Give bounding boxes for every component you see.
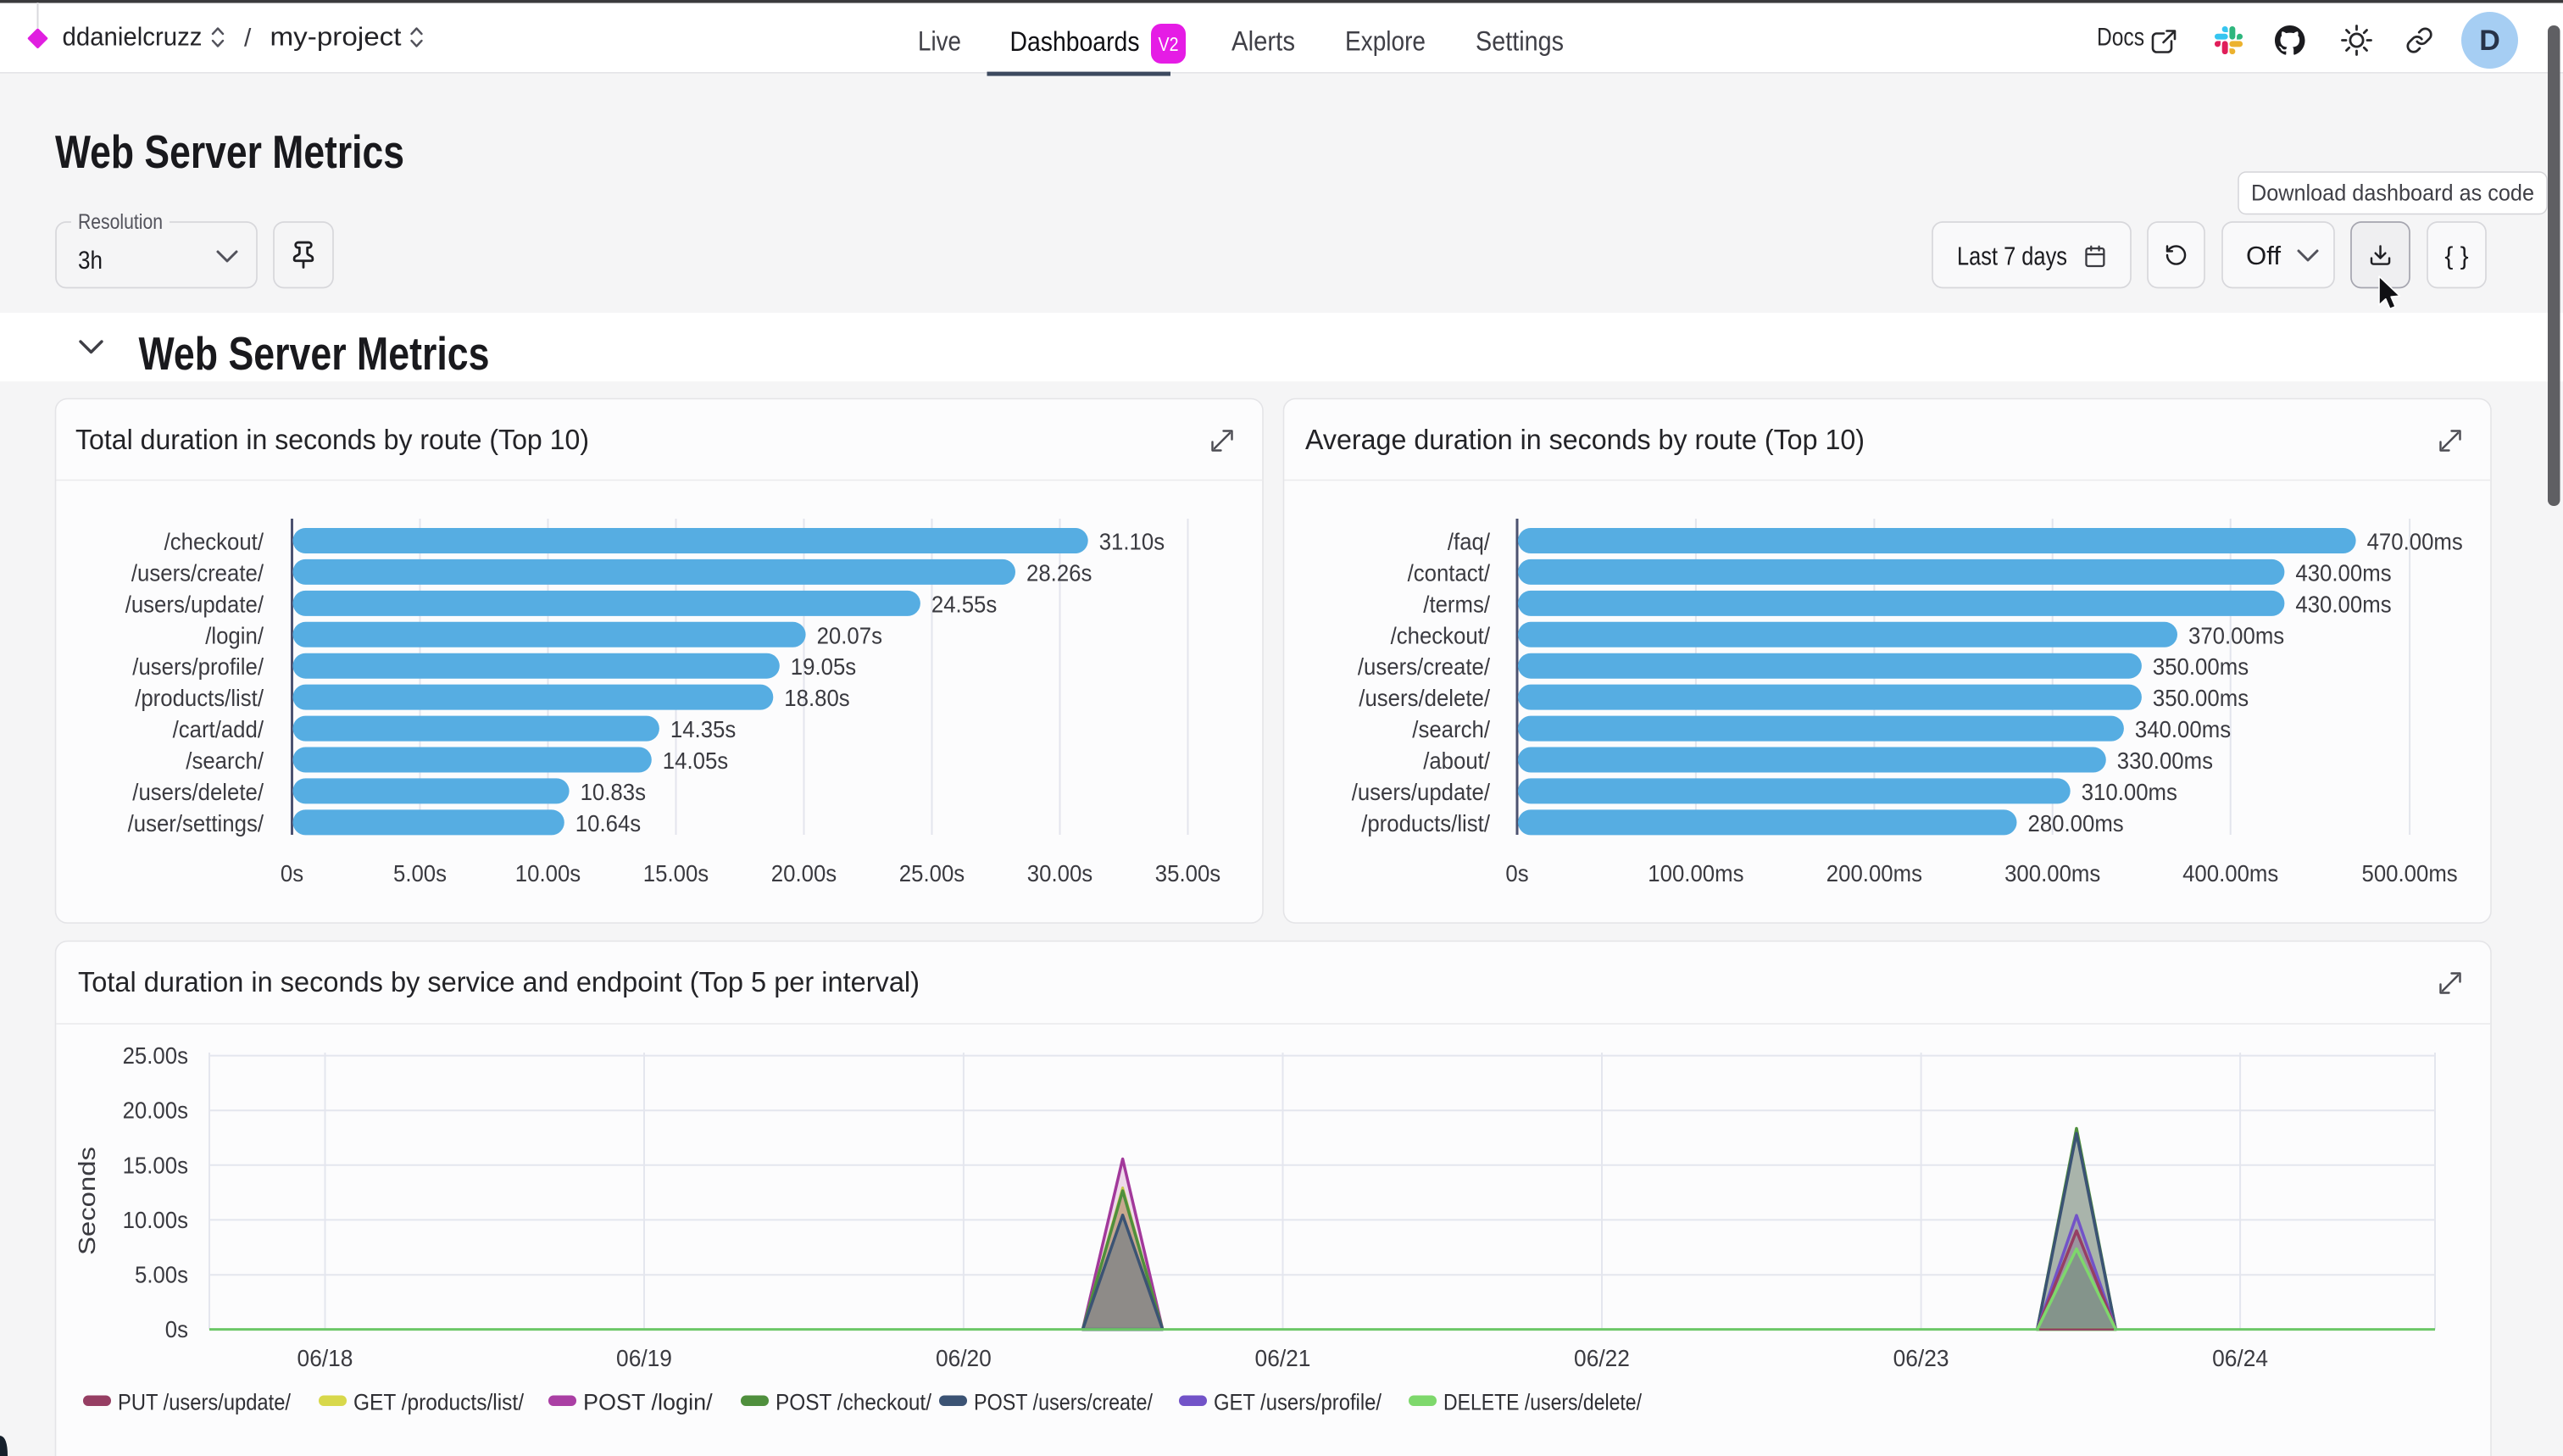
svg-text:/users/delete/: /users/delete/ <box>1359 685 1490 711</box>
svg-text:280.00ms: 280.00ms <box>2028 810 2124 836</box>
svg-text:100.00ms: 100.00ms <box>1648 860 1743 886</box>
svg-text:/products/list/: /products/list/ <box>135 685 264 711</box>
svg-text:/checkout/: /checkout/ <box>164 529 264 555</box>
svg-text:/checkout/: /checkout/ <box>1391 622 1491 648</box>
svg-text:{ }: { } <box>2444 242 2468 270</box>
svg-text:28.26s: 28.26s <box>1026 559 1092 586</box>
svg-text:/users/update/: /users/update/ <box>125 591 264 617</box>
svg-text:/terms/: /terms/ <box>1423 591 1490 617</box>
svg-text:GET /users/profile/: GET /users/profile/ <box>1214 1390 1382 1415</box>
svg-text:Web Server Metrics: Web Server Metrics <box>55 125 404 178</box>
svg-text:GET /products/list/: GET /products/list/ <box>353 1390 524 1415</box>
svg-text:/: / <box>244 25 252 53</box>
svg-text:Web Server Metrics: Web Server Metrics <box>139 327 490 380</box>
svg-text:3h: 3h <box>78 247 103 275</box>
svg-text:25.00s: 25.00s <box>899 860 965 886</box>
svg-text:DELETE /users/delete/: DELETE /users/delete/ <box>1443 1390 1642 1415</box>
svg-text:25.00s: 25.00s <box>123 1042 188 1069</box>
svg-text:10.64s: 10.64s <box>575 810 641 836</box>
svg-text:430.00ms: 430.00ms <box>2295 559 2391 586</box>
svg-text:30.00s: 30.00s <box>1027 860 1092 886</box>
svg-text:Average duration in seconds by: Average duration in seconds by route (To… <box>1305 424 1865 455</box>
svg-text:06/21: 06/21 <box>1255 1345 1311 1371</box>
svg-text:/users/profile/: /users/profile/ <box>132 653 264 680</box>
svg-text:my-project: my-project <box>270 22 402 52</box>
svg-text:310.00ms: 310.00ms <box>2082 779 2177 805</box>
svg-text:0s: 0s <box>165 1316 188 1342</box>
svg-text:370.00ms: 370.00ms <box>2188 622 2284 648</box>
svg-text:500.00ms: 500.00ms <box>2362 860 2458 886</box>
svg-text:470.00ms: 470.00ms <box>2367 529 2463 555</box>
svg-text:06/20: 06/20 <box>936 1345 992 1371</box>
svg-text:Dashboards: Dashboards <box>1010 26 1140 57</box>
svg-text:20.00s: 20.00s <box>771 860 837 886</box>
svg-text:0s: 0s <box>281 860 303 886</box>
svg-text:POST /users/create/: POST /users/create/ <box>974 1390 1153 1415</box>
svg-text:Total duration in seconds by s: Total duration in seconds by service and… <box>78 966 920 998</box>
svg-text:06/24: 06/24 <box>2212 1345 2268 1371</box>
svg-text:/contact/: /contact/ <box>1408 559 1491 586</box>
svg-text:350.00ms: 350.00ms <box>2153 653 2249 680</box>
svg-text:/search/: /search/ <box>1412 716 1490 742</box>
svg-text:Resolution: Resolution <box>78 210 163 234</box>
svg-text:10.00s: 10.00s <box>123 1207 188 1233</box>
svg-text:14.35s: 14.35s <box>670 716 736 742</box>
svg-text:Explore: Explore <box>1345 26 1426 57</box>
svg-text:10.83s: 10.83s <box>581 779 646 805</box>
svg-text:/users/create/: /users/create/ <box>1358 653 1490 680</box>
svg-text:31.10s: 31.10s <box>1099 529 1165 555</box>
svg-text:/products/list/: /products/list/ <box>1361 810 1490 836</box>
svg-text:06/23: 06/23 <box>1893 1345 1949 1371</box>
svg-text:Alerts: Alerts <box>1231 26 1295 57</box>
svg-text:ddanielcruzz: ddanielcruzz <box>63 22 203 52</box>
svg-text:350.00ms: 350.00ms <box>2153 685 2249 711</box>
svg-text:/cart/add/: /cart/add/ <box>173 716 264 742</box>
svg-text:400.00ms: 400.00ms <box>2182 860 2278 886</box>
svg-text:15.00s: 15.00s <box>123 1152 188 1178</box>
svg-text:Docs: Docs <box>2097 24 2144 52</box>
svg-text:18.80s: 18.80s <box>784 685 849 711</box>
svg-text:/search/: /search/ <box>186 747 264 774</box>
svg-text:300.00ms: 300.00ms <box>2004 860 2100 886</box>
svg-text:Last 7 days: Last 7 days <box>1957 242 2067 271</box>
svg-text:/faq/: /faq/ <box>1448 529 1490 555</box>
svg-text:15.00s: 15.00s <box>643 860 709 886</box>
svg-text:0s: 0s <box>1505 860 1528 886</box>
svg-text:10.00s: 10.00s <box>515 860 581 886</box>
svg-text:/user/settings/: /user/settings/ <box>128 810 264 836</box>
svg-text:06/18: 06/18 <box>297 1345 353 1371</box>
svg-text:V2: V2 <box>1159 33 1179 55</box>
svg-text:5.00s: 5.00s <box>393 860 447 886</box>
svg-text:35.00s: 35.00s <box>1155 860 1220 886</box>
svg-text:/users/delete/: /users/delete/ <box>132 779 264 805</box>
svg-text:/login/: /login/ <box>205 622 264 648</box>
svg-text:Off: Off <box>2246 242 2282 270</box>
svg-text:19.05s: 19.05s <box>791 653 856 680</box>
svg-text:POST /checkout/: POST /checkout/ <box>776 1390 931 1415</box>
svg-text:Seconds: Seconds <box>74 1147 100 1255</box>
svg-text:Live: Live <box>918 26 961 57</box>
svg-text:D: D <box>2479 25 2500 57</box>
svg-text:Download dashboard as code: Download dashboard as code <box>2251 181 2534 206</box>
svg-text:5.00s: 5.00s <box>135 1262 188 1288</box>
svg-text:430.00ms: 430.00ms <box>2295 591 2391 617</box>
svg-text:Total duration in seconds by r: Total duration in seconds by route (Top … <box>75 424 589 455</box>
svg-text:340.00ms: 340.00ms <box>2135 716 2231 742</box>
svg-text:200.00ms: 200.00ms <box>1826 860 1922 886</box>
svg-text:330.00ms: 330.00ms <box>2117 747 2213 774</box>
svg-text:24.55s: 24.55s <box>931 591 997 617</box>
svg-text:/users/update/: /users/update/ <box>1352 779 1490 805</box>
svg-text:POST /login/: POST /login/ <box>583 1390 713 1415</box>
svg-text:PUT /users/update/: PUT /users/update/ <box>118 1390 291 1415</box>
svg-text:06/19: 06/19 <box>616 1345 672 1371</box>
svg-text:Settings: Settings <box>1476 26 1564 57</box>
svg-text:/about/: /about/ <box>1423 747 1490 774</box>
svg-text:20.07s: 20.07s <box>817 622 882 648</box>
svg-text:/users/create/: /users/create/ <box>131 559 264 586</box>
svg-text:14.05s: 14.05s <box>663 747 728 774</box>
svg-text:20.00s: 20.00s <box>123 1098 188 1124</box>
svg-text:06/22: 06/22 <box>1574 1345 1630 1371</box>
